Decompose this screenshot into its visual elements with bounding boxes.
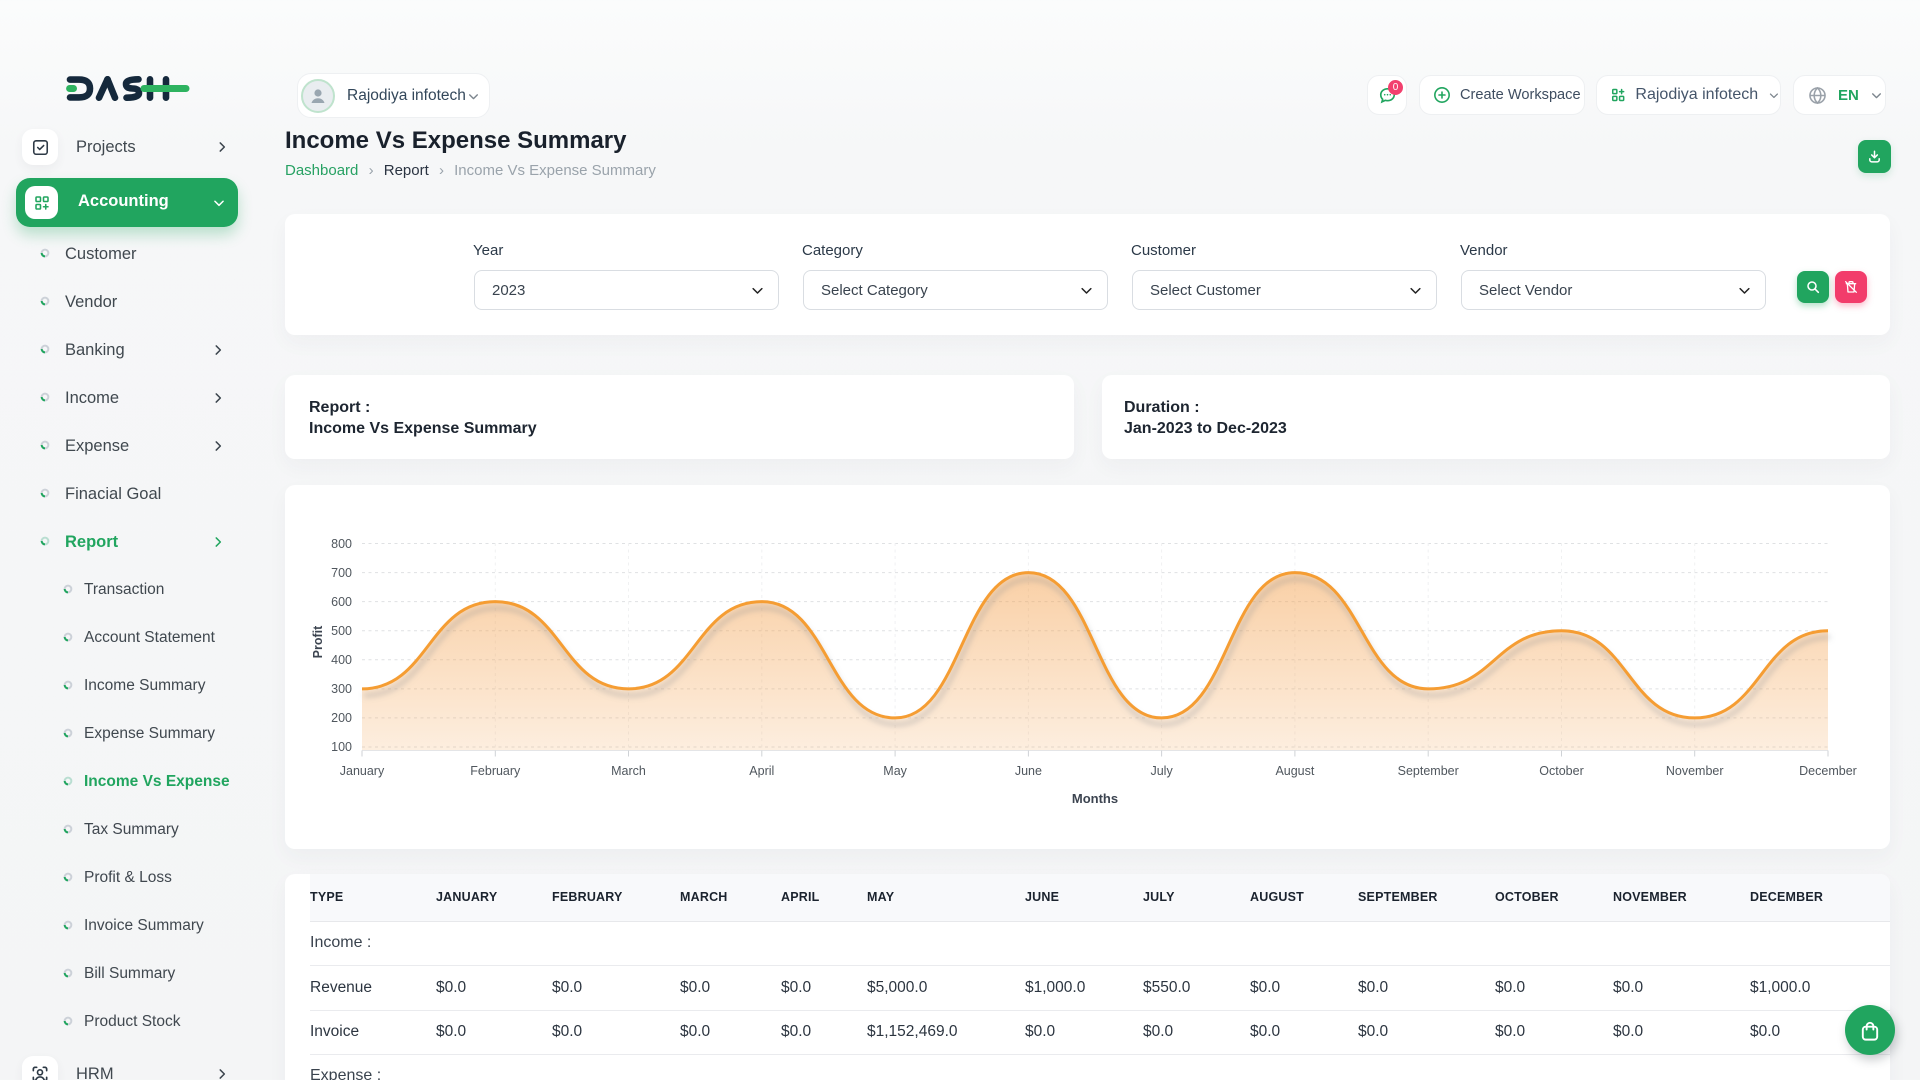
svg-text:December: December <box>1799 764 1857 778</box>
svg-text:October: October <box>1539 764 1583 778</box>
svg-text:September: September <box>1398 764 1459 778</box>
svg-text:March: March <box>611 764 646 778</box>
svg-text:May: May <box>883 764 907 778</box>
svg-text:Profit: Profit <box>311 625 325 658</box>
svg-text:November: November <box>1666 764 1724 778</box>
svg-text:June: June <box>1015 764 1042 778</box>
svg-text:300: 300 <box>331 682 352 696</box>
svg-text:800: 800 <box>331 537 352 551</box>
svg-text:200: 200 <box>331 711 352 725</box>
svg-text:April: April <box>749 764 774 778</box>
svg-text:600: 600 <box>331 595 352 609</box>
svg-text:100: 100 <box>331 740 352 754</box>
svg-text:February: February <box>470 764 521 778</box>
svg-text:400: 400 <box>331 653 352 667</box>
svg-text:500: 500 <box>331 624 352 638</box>
svg-text:700: 700 <box>331 566 352 580</box>
svg-text:July: July <box>1150 764 1173 778</box>
svg-text:January: January <box>340 764 385 778</box>
svg-text:August: August <box>1275 764 1314 778</box>
svg-text:Months: Months <box>1072 791 1118 806</box>
